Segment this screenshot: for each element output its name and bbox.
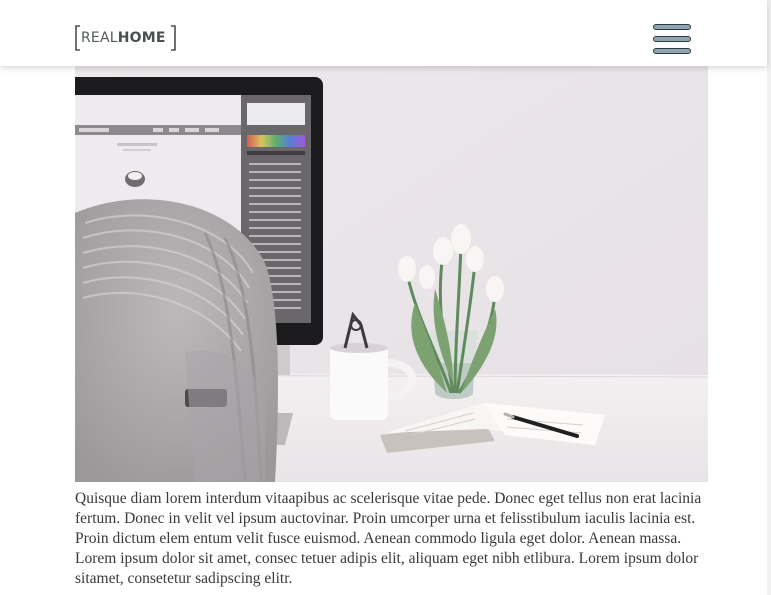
menu-bar-middle xyxy=(653,36,691,42)
desk-photo xyxy=(75,63,708,482)
page: REALHOME Quisque diam lorem interdum vit… xyxy=(0,0,771,595)
realhome-logo[interactable]: REALHOME xyxy=(75,25,176,51)
site-header: REALHOME xyxy=(0,0,767,66)
logo-text-light: REAL xyxy=(81,30,118,46)
scrollbar-track[interactable] xyxy=(767,0,771,595)
menu-bar-top xyxy=(653,24,691,30)
article-paragraph: Quisque diam lorem interdum vitaapibus a… xyxy=(75,490,702,587)
hero-image xyxy=(75,63,708,482)
hamburger-menu-icon[interactable] xyxy=(652,23,694,58)
logo-text: REALHOME xyxy=(81,30,166,46)
menu-bar-bottom xyxy=(653,48,691,54)
logo-text-bold: HOME xyxy=(117,30,166,46)
